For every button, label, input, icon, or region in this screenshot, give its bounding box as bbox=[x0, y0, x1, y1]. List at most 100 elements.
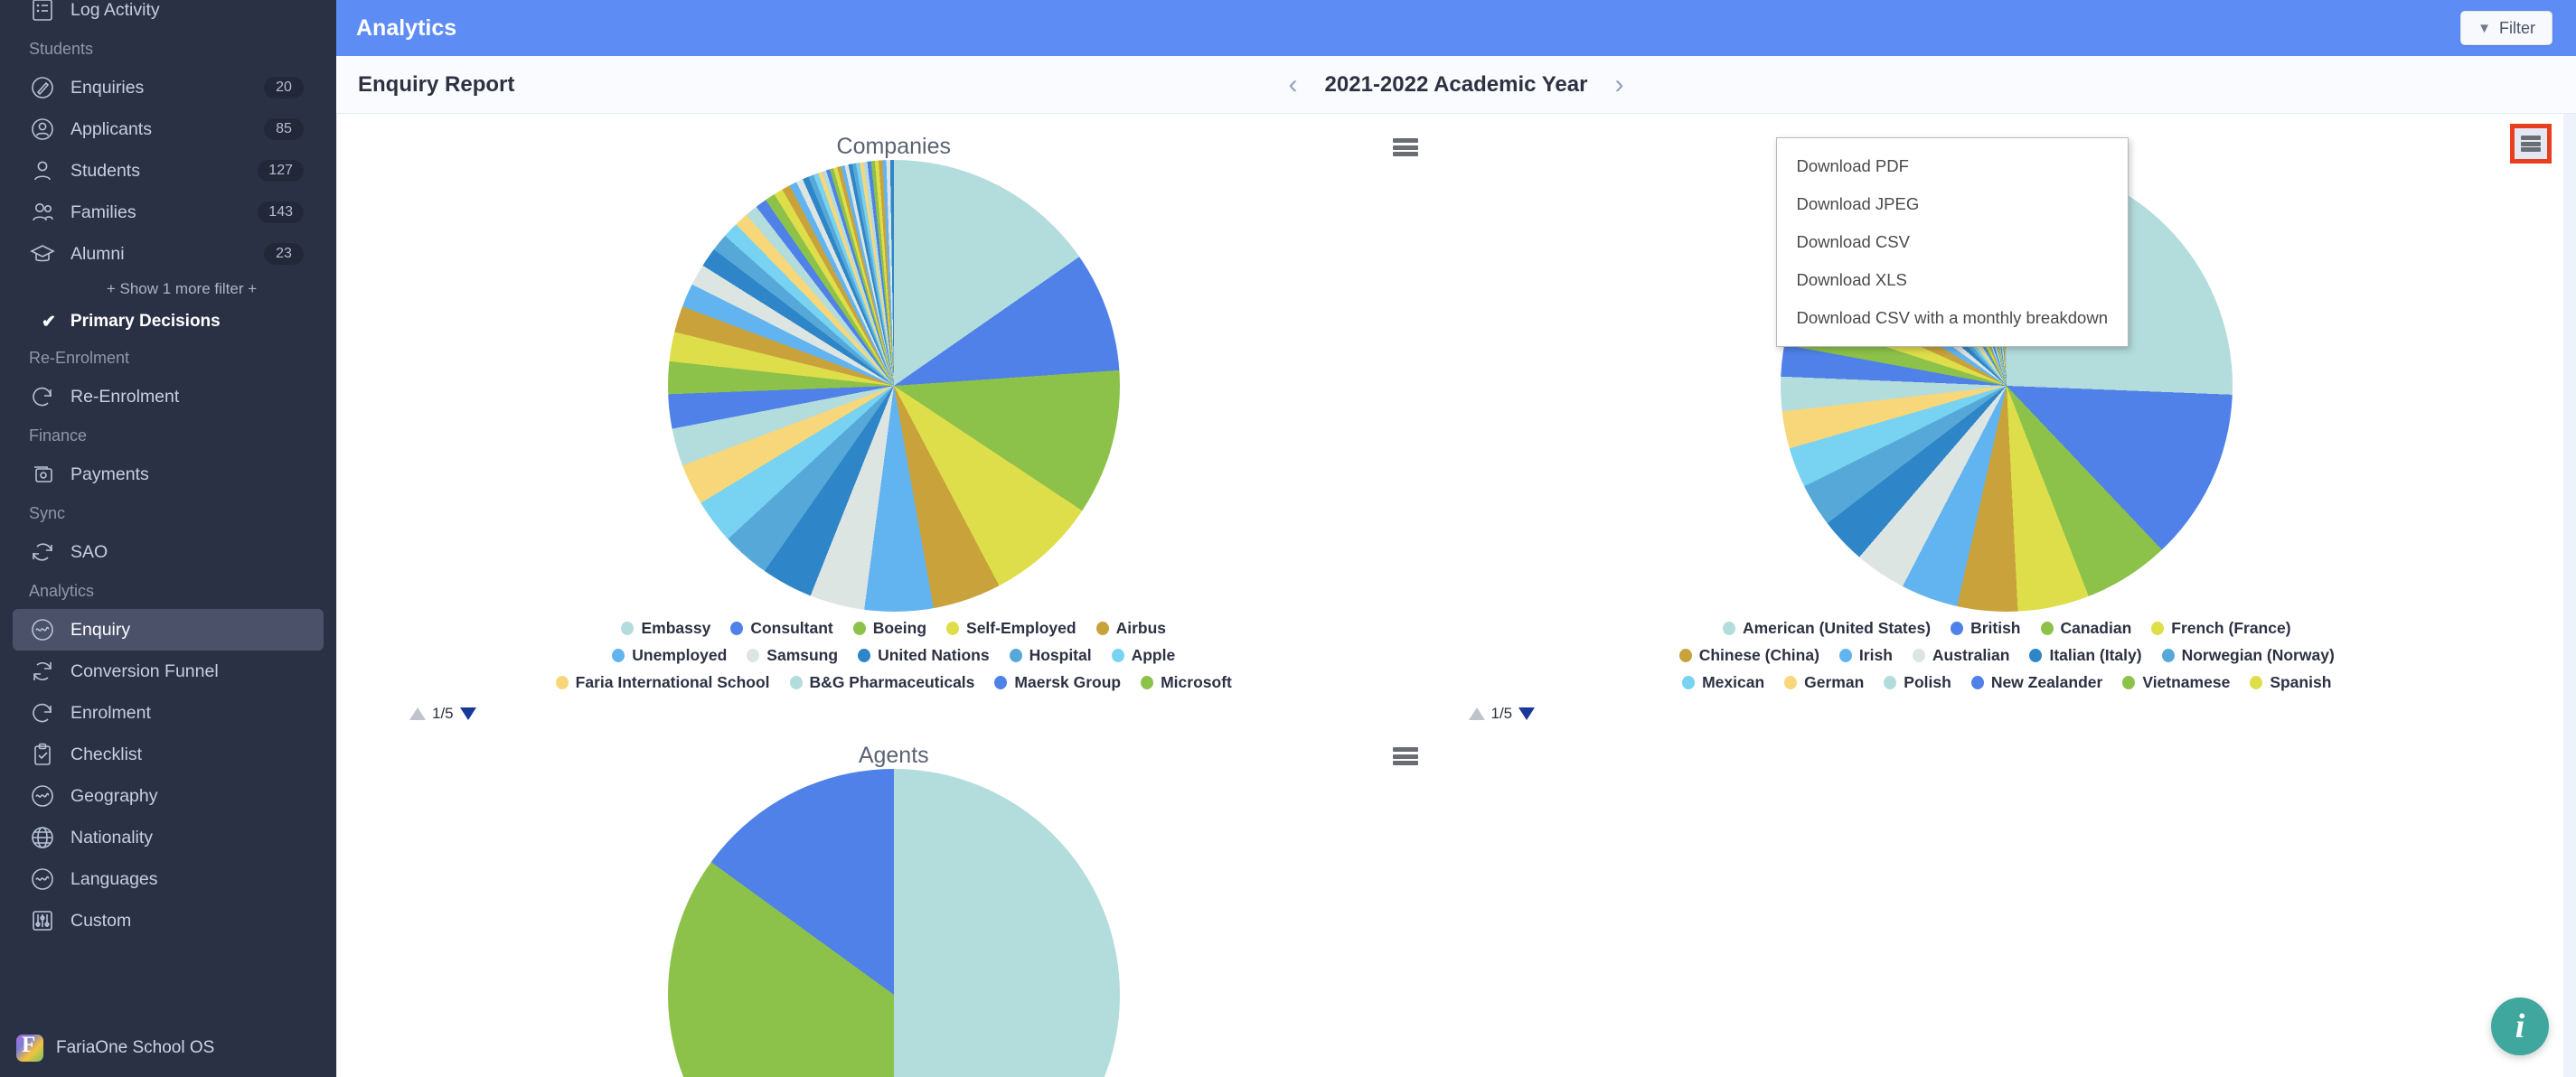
legend-item[interactable]: Consultant bbox=[730, 619, 833, 638]
legend-line: Embassy Consultant Boeing Self-Employed Airb… bbox=[621, 619, 1166, 638]
companies-pie-chart[interactable] bbox=[667, 160, 1120, 612]
graduation-cap-icon bbox=[29, 240, 56, 267]
legend-label: New Zealander bbox=[1990, 673, 2103, 691]
wave-circle-icon bbox=[29, 616, 56, 643]
legend-page-up-icon[interactable] bbox=[1468, 707, 1485, 720]
legend-color-dot bbox=[2250, 676, 2263, 689]
legend-item[interactable]: Embassy bbox=[621, 619, 710, 638]
legend-color-dot bbox=[1095, 622, 1109, 635]
legend-label: Italian (Italy) bbox=[2049, 646, 2142, 664]
legend-item[interactable]: Vietnamese bbox=[2122, 673, 2230, 692]
companies-legend-pager[interactable]: 1/5 bbox=[409, 705, 476, 723]
legend-item[interactable]: British bbox=[1951, 619, 2021, 638]
legend-color-dot bbox=[789, 676, 803, 689]
agents-title: Agents bbox=[858, 743, 929, 768]
legend-page-down-icon[interactable] bbox=[1518, 707, 1536, 720]
sync-icon bbox=[29, 538, 56, 566]
legend-item[interactable]: Spanish bbox=[2250, 673, 2331, 692]
legend-label: United Nations bbox=[878, 646, 990, 664]
sidebar-item-checklist[interactable]: Checklist bbox=[13, 734, 324, 775]
legend-page-up-icon[interactable] bbox=[409, 707, 426, 720]
sidebar-item-conversion-funnel[interactable]: Conversion Funnel bbox=[13, 651, 324, 692]
nationalities-legend-pager[interactable]: 1/5 bbox=[1468, 705, 1536, 723]
agents-menu-hamburger-icon[interactable] bbox=[1392, 745, 1418, 768]
legend-color-dot bbox=[2029, 649, 2043, 662]
legend-item[interactable]: Norwegian (Norway) bbox=[2161, 646, 2335, 665]
agents-pie-chart[interactable] bbox=[667, 769, 1120, 1077]
legend-item[interactable]: Polish bbox=[1884, 673, 1951, 692]
legend-item[interactable]: Irish bbox=[1838, 646, 1893, 665]
legend-label: Mexican bbox=[1702, 673, 1765, 691]
legend-item[interactable]: Faria International School bbox=[555, 673, 770, 692]
sidebar-item-alumni[interactable]: Alumni 23 bbox=[13, 233, 324, 275]
sidebar-item-badge: 20 bbox=[264, 77, 304, 98]
nationalities-menu-hamburger-icon[interactable] bbox=[2510, 124, 2552, 164]
dropdown-item-3[interactable]: Download XLS bbox=[1777, 261, 2128, 299]
legend-item[interactable]: French (France) bbox=[2151, 619, 2291, 638]
legend-item[interactable]: B&G Pharmaceuticals bbox=[789, 673, 974, 692]
legend-item[interactable]: Hospital bbox=[1009, 646, 1092, 665]
chart-row-bottom: Agents bbox=[337, 723, 2563, 1077]
sidebar-item-log-activity[interactable]: Log Activity bbox=[13, 0, 324, 31]
filter-button[interactable]: ▼ Filter bbox=[2460, 11, 2552, 45]
legend-item[interactable]: Self-Employed bbox=[946, 619, 1076, 638]
legend-item[interactable]: Australian bbox=[1912, 646, 2009, 665]
legend-item[interactable]: Samsung bbox=[747, 646, 838, 665]
legend-color-dot bbox=[1912, 649, 1925, 662]
download-dropdown-menu[interactable]: Download PDF Download JPEG Download CSV Dow… bbox=[1775, 137, 2129, 347]
legend-item[interactable]: Apple bbox=[1111, 646, 1175, 665]
legend-label: Self-Employed bbox=[966, 619, 1076, 637]
dropdown-item-1[interactable]: Download JPEG bbox=[1777, 185, 2128, 223]
sidebar-item-nationality[interactable]: Nationality bbox=[13, 817, 324, 858]
legend-label: Airbus bbox=[1115, 619, 1167, 637]
legend-item[interactable]: Italian (Italy) bbox=[2029, 646, 2142, 665]
check-icon: ✔ bbox=[42, 312, 56, 332]
sidebar-item-languages[interactable]: Languages bbox=[13, 858, 324, 900]
legend-item[interactable]: Chinese (China) bbox=[1678, 646, 1819, 665]
sidebar-item-enrolment[interactable]: Enrolment bbox=[13, 692, 324, 734]
panel-agents: Agents bbox=[337, 723, 1451, 1077]
legend-item[interactable]: Microsoft bbox=[1141, 673, 1232, 692]
dropdown-item-2[interactable]: Download CSV bbox=[1777, 223, 2128, 261]
sidebar-item-enquiry[interactable]: Enquiry bbox=[13, 609, 324, 651]
info-icon[interactable]: i bbox=[2491, 997, 2549, 1055]
sidebar-item-primary-decisions[interactable]: ✔ Primary Decisions bbox=[0, 304, 336, 340]
sidebar-item-sao[interactable]: SAO bbox=[13, 531, 324, 573]
legend-item[interactable]: Maersk Group bbox=[994, 673, 1121, 692]
sidebar-item-families[interactable]: Families 143 bbox=[13, 192, 324, 233]
legend-item[interactable]: Airbus bbox=[1095, 619, 1167, 638]
legend-color-dot bbox=[1682, 676, 1696, 689]
sidebar-item-custom[interactable]: Custom bbox=[13, 900, 324, 941]
legend-label: French (France) bbox=[2171, 619, 2291, 637]
panel-agents-spacer bbox=[1451, 723, 2564, 1077]
sidebar-item-re-enrolment[interactable]: Re-Enrolment bbox=[13, 376, 324, 417]
legend-item[interactable]: United Nations bbox=[858, 646, 990, 665]
academic-year-label: 2021-2022 Academic Year bbox=[1324, 71, 1588, 97]
sidebar-item-geography[interactable]: Geography bbox=[13, 775, 324, 817]
sidebar-item-label: Students bbox=[71, 160, 140, 181]
chevron-left-icon[interactable]: ‹ bbox=[1289, 70, 1298, 98]
sidebar-item-students[interactable]: Students 127 bbox=[13, 150, 324, 192]
legend-page-down-icon[interactable] bbox=[459, 707, 476, 720]
legend-item[interactable]: American (United States) bbox=[1722, 619, 1931, 638]
chevron-right-icon[interactable]: › bbox=[1614, 70, 1623, 98]
sidebar-item-enquiries[interactable]: Enquiries 20 bbox=[13, 67, 324, 108]
legend-item[interactable]: Canadian bbox=[2040, 619, 2131, 638]
legend-item[interactable]: German bbox=[1784, 673, 1864, 692]
legend-label: Faria International School bbox=[575, 673, 770, 691]
legend-label: Polish bbox=[1904, 673, 1951, 691]
nationalities-legend: American (United States) British Canadian F… bbox=[1451, 612, 2564, 723]
legend-color-dot bbox=[747, 649, 760, 662]
companies-menu-hamburger-icon[interactable] bbox=[1392, 136, 1418, 159]
dropdown-item-0[interactable]: Download PDF bbox=[1777, 147, 2128, 185]
sidebar-item-applicants[interactable]: Applicants 85 bbox=[13, 108, 324, 150]
legend-item[interactable]: Mexican bbox=[1682, 673, 1764, 692]
legend-label: German bbox=[1804, 673, 1865, 691]
sidebar-item-payments[interactable]: Payments bbox=[13, 454, 324, 495]
legend-item[interactable]: New Zealander bbox=[1970, 673, 2103, 692]
sidebar-section-title: Re-Enrolment bbox=[29, 348, 130, 367]
show-more-filter-link[interactable]: + Show 1 more filter + bbox=[0, 275, 336, 304]
dropdown-item-4[interactable]: Download CSV with a monthly breakdown bbox=[1777, 299, 2128, 337]
legend-item[interactable]: Boeing bbox=[852, 619, 926, 638]
legend-item[interactable]: Unemployed bbox=[612, 646, 727, 665]
